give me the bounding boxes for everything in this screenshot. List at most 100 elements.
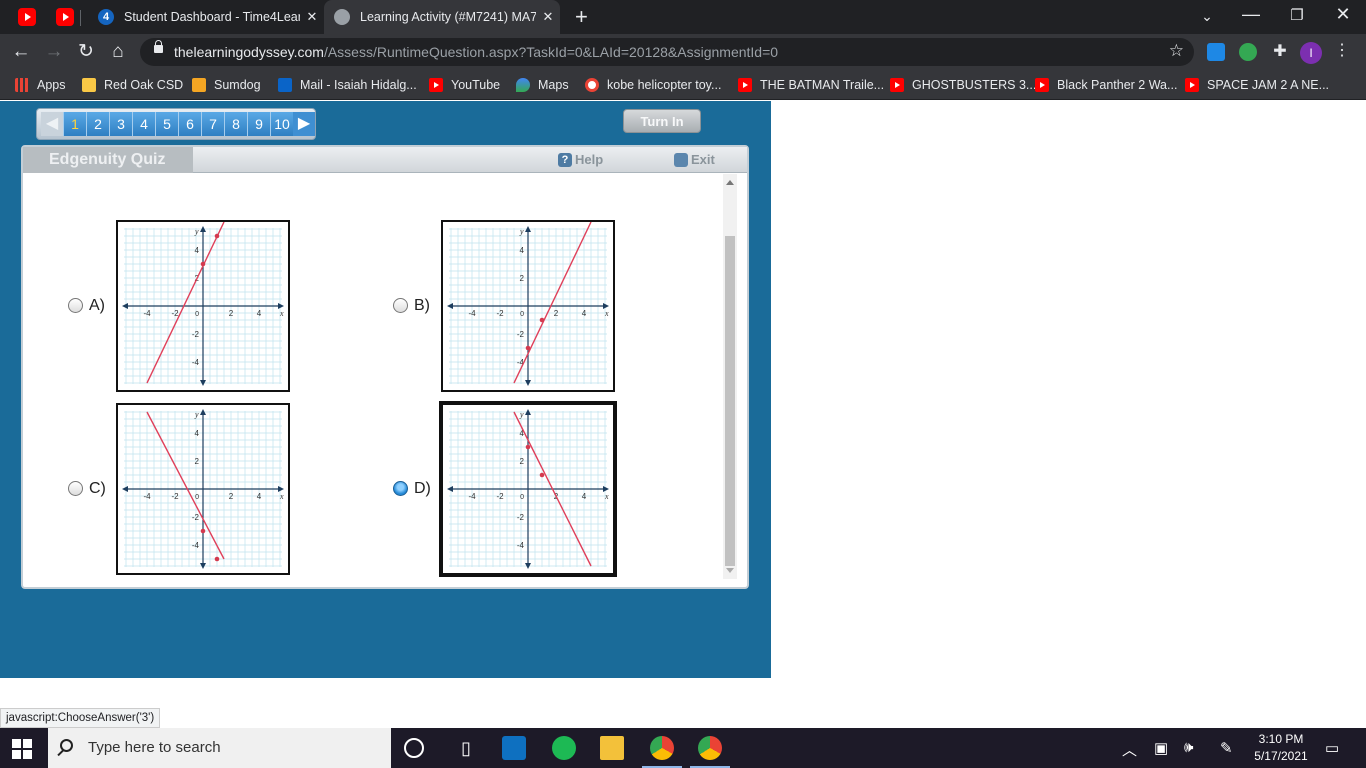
previous-question-icon[interactable]: ◀ [41, 112, 63, 136]
scrollbar[interactable] [723, 174, 737, 579]
graph-b[interactable]: -4 -4 -2 -2 0 2 2 4 4 x y [441, 220, 615, 392]
forward-icon[interactable]: → [41, 39, 67, 65]
exit-button[interactable]: Exit [674, 152, 715, 167]
tab-student-dashboard[interactable]: 4 Student Dashboard - Time4Learn ✕ [88, 0, 324, 34]
next-question-icon[interactable]: ▶ [293, 112, 315, 136]
reload-icon[interactable]: ↻ [73, 39, 99, 65]
scroll-down-icon[interactable] [726, 568, 734, 573]
youtube-pinned-tab-icon[interactable] [56, 8, 74, 26]
minimize-icon[interactable]: — [1236, 4, 1266, 25]
graph-a[interactable]: -4-4-2-202244xy [116, 220, 290, 392]
option-label: D) [414, 480, 431, 497]
x-tick-label: -2 [171, 309, 179, 318]
address-bar[interactable]: thelearningodyssey.com/Assess/RuntimeQue… [140, 38, 1194, 66]
x-tick-label: -4 [468, 309, 476, 318]
graph-d[interactable]: -4-4-2-202244xy [439, 401, 617, 577]
question-page-9[interactable]: 9 [247, 112, 270, 136]
youtube-pinned-tab-icon[interactable] [18, 8, 36, 26]
pen-icon[interactable]: ✎ [1220, 739, 1233, 757]
spotify-icon[interactable] [552, 736, 576, 760]
bookmark-sumdog[interactable]: Sumdog [192, 76, 261, 94]
menu-icon[interactable]: ⋮ [1334, 40, 1350, 60]
y-tick-label: -4 [517, 541, 525, 550]
question-page-2[interactable]: 2 [86, 112, 109, 136]
bookmark-youtube-video[interactable]: GHOSTBUSTERS 3... [890, 76, 1036, 94]
chrome-icon[interactable] [650, 736, 674, 760]
close-window-icon[interactable]: ✕ [1328, 4, 1358, 25]
home-icon[interactable]: ⌂ [105, 39, 131, 65]
radio-button[interactable] [68, 481, 83, 496]
file-explorer-icon[interactable] [600, 736, 624, 760]
bookmark-star-icon[interactable]: ☆ [1169, 41, 1184, 61]
show-hidden-icons-icon[interactable]: ︿ [1122, 739, 1137, 760]
notifications-icon[interactable]: ▭ [1325, 739, 1339, 757]
time4learning-favicon-icon: 4 [98, 9, 114, 25]
bookmark-youtube-video[interactable]: Black Panther 2 Wa... [1035, 76, 1177, 94]
y-tick-label: 4 [195, 246, 200, 255]
y-axis-label: y [519, 410, 524, 419]
question-page-5[interactable]: 5 [155, 112, 178, 136]
bookmark-red-oak[interactable]: Red Oak CSD [82, 76, 183, 94]
x-tick-label: 4 [582, 309, 587, 318]
restore-icon[interactable]: ❐ [1282, 6, 1312, 24]
lock-icon[interactable] [154, 40, 163, 53]
bookmarks-bar: Apps Red Oak CSD Sumdog Mail - Isaiah Hi… [0, 70, 1366, 100]
youtube-icon [429, 78, 443, 92]
youtube-icon [1185, 78, 1199, 92]
radio-button[interactable] [68, 298, 83, 313]
x-tick-label: -4 [143, 309, 151, 318]
scroll-up-icon[interactable] [726, 180, 734, 185]
new-tab-icon[interactable]: + [575, 4, 588, 30]
clock[interactable]: 3:10 PM 5/17/2021 [1253, 731, 1309, 765]
help-button[interactable]: ? Help [558, 152, 603, 167]
bookmark-youtube-video[interactable]: THE BATMAN Traile... [738, 76, 884, 94]
x-axis-arrow-icon [122, 486, 128, 492]
question-page-4[interactable]: 4 [132, 112, 155, 136]
taskbar-search-box[interactable]: Type here to search [48, 728, 391, 768]
tab-strip: 4 Student Dashboard - Time4Learn ✕ Learn… [0, 0, 1366, 34]
question-page-8[interactable]: 8 [224, 112, 247, 136]
question-page-6[interactable]: 6 [178, 112, 201, 136]
profile-avatar[interactable]: I [1300, 42, 1322, 64]
tab-search-icon[interactable]: ⌄ [1192, 8, 1222, 25]
question-page-1[interactable]: 1 [63, 112, 86, 136]
option-label: C) [89, 480, 106, 497]
question-page-10[interactable]: 10 [270, 112, 293, 136]
radio-button[interactable] [393, 298, 408, 313]
bookmark-youtube-video[interactable]: SPACE JAM 2 A NE... [1185, 76, 1329, 94]
question-page-7[interactable]: 7 [201, 112, 224, 136]
graph-c[interactable]: -4 -4 -2 -2 0 2 2 4 4 x y [116, 403, 290, 575]
bookmark-mail[interactable]: Mail - Isaiah Hidalg... [278, 76, 417, 94]
network-icon[interactable]: ▣ [1154, 739, 1168, 757]
google-icon [585, 78, 599, 92]
windows-start-icon[interactable] [12, 739, 32, 759]
quiz-title: Edgenuity Quiz [23, 147, 193, 173]
question-page-3[interactable]: 3 [109, 112, 132, 136]
scroll-thumb[interactable] [725, 236, 735, 566]
radio-button-selected[interactable] [393, 481, 408, 496]
close-tab-icon[interactable]: ✕ [300, 9, 324, 25]
chrome-icon[interactable] [698, 736, 722, 760]
x-axis-arrow-icon [447, 486, 453, 492]
quiz-page: ◀ 1 2 3 4 5 6 7 8 9 10 ▶ Turn In Edgenui… [0, 101, 771, 678]
extension-icon[interactable] [1239, 43, 1257, 61]
plotted-point [200, 528, 206, 534]
bookmark-google-search[interactable]: kobe helicopter toy... [585, 76, 721, 94]
close-tab-icon[interactable]: ✕ [536, 9, 560, 25]
cortana-icon[interactable] [404, 738, 424, 758]
store-icon[interactable] [502, 736, 526, 760]
back-icon[interactable]: ← [8, 39, 34, 65]
x-tick-label: 2 [229, 309, 234, 318]
bookmark-maps[interactable]: Maps [516, 76, 569, 94]
y-axis-label: y [519, 227, 524, 236]
extensions-puzzle-icon[interactable]: ✚ [1271, 43, 1289, 61]
tab-learning-activity[interactable]: Learning Activity (#M7241) MA7 ✕ [324, 0, 560, 34]
turn-in-button[interactable]: Turn In [623, 109, 701, 133]
task-view-icon[interactable]: ▯ [454, 736, 478, 760]
plotted-point [525, 444, 531, 450]
volume-icon[interactable]: 🕪 [1184, 739, 1193, 756]
bookmark-apps[interactable]: Apps [15, 76, 66, 94]
extension-icon[interactable] [1207, 43, 1225, 61]
youtube-icon [738, 78, 752, 92]
bookmark-youtube[interactable]: YouTube [429, 76, 500, 94]
